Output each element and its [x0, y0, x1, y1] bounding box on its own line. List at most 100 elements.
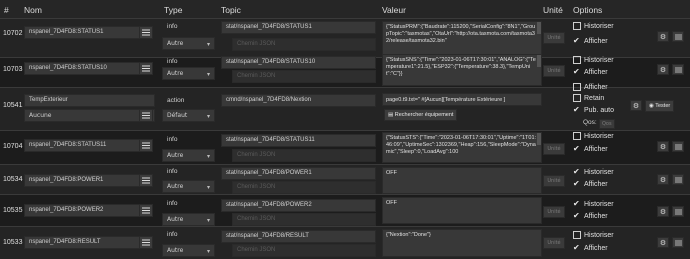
value-textarea[interactable]: OFF — [382, 197, 542, 224]
config-icon[interactable] — [139, 174, 153, 187]
sliders-icon[interactable] — [672, 206, 684, 217]
sliders-icon[interactable] — [672, 31, 684, 42]
unit-input[interactable]: Unité — [543, 175, 565, 187]
name-input[interactable]: nspanel_7D4FD8:POWER1 — [24, 174, 150, 187]
afficher-checkbox[interactable]: Afficher — [573, 83, 608, 91]
value-textarea[interactable]: {"StatusPRM":{"Baudrate":115200,"SerialC… — [382, 21, 542, 56]
cmd-id: 10535 — [3, 207, 23, 214]
config-icon[interactable] — [139, 204, 153, 217]
afficher-checkbox[interactable]: ✔ Afficher — [573, 68, 608, 76]
retain-checkbox[interactable]: Retain — [573, 94, 604, 102]
subtype-select[interactable]: Autre ▾ — [162, 149, 215, 162]
historiser-checkbox[interactable]: ✔ Historiser — [573, 200, 614, 208]
subtype-select[interactable]: Autre ▾ — [162, 213, 215, 226]
sliders-icon[interactable] — [672, 64, 684, 75]
topic-input[interactable]: stat/nspanel_7D4FD8/RESULT — [221, 230, 376, 243]
qos-input[interactable]: Qos — [599, 119, 615, 129]
afficher-checkbox[interactable]: ✔ Afficher — [573, 212, 608, 220]
gear-icon[interactable]: ⚙ — [657, 31, 669, 42]
topic-input[interactable]: stat/nspanel_7D4FD8/POWER1 — [221, 167, 376, 180]
subtype-value: Autre — [167, 216, 184, 223]
afficher-label: Afficher — [584, 68, 608, 76]
json-path-input[interactable]: Chemin JSON — [232, 181, 376, 194]
gear-icon[interactable]: ⚙ — [657, 174, 669, 185]
chevron-down-icon: ▾ — [206, 113, 210, 120]
json-path-input[interactable]: Chemin JSON — [232, 244, 376, 257]
name-input[interactable]: nspanel_7D4FD8:STATUS11 — [24, 139, 150, 152]
checkbox-box — [573, 83, 581, 91]
config-icon[interactable] — [139, 236, 153, 249]
check-icon: ✔ — [573, 105, 580, 114]
json-path-input[interactable]: Chemin JSON — [232, 149, 376, 162]
subtype-select[interactable]: Autre ▾ — [162, 37, 215, 50]
config-icon[interactable] — [139, 62, 153, 75]
config-icon[interactable] — [139, 139, 153, 152]
name-input[interactable]: nspanel_7D4FD8:STATUS1 — [24, 26, 150, 39]
unit-input[interactable]: Unité — [543, 143, 565, 155]
name-input[interactable]: TempExterieur — [24, 94, 155, 107]
gear-icon[interactable]: ⚙ — [657, 64, 669, 75]
topic-input[interactable]: stat/nspanel_7D4FD8/STATUS10 — [221, 56, 376, 69]
check-icon: ✔ — [573, 211, 580, 220]
topic-input[interactable]: cmnd/nspanel_7D4FD8/Nextion — [221, 94, 376, 107]
value-select[interactable]: Aucune▾ — [24, 109, 155, 122]
cmd-id: 10541 — [3, 102, 23, 109]
historiser-checkbox[interactable]: ✔ Historiser — [573, 168, 614, 176]
json-path-input[interactable]: Chemin JSON — [232, 213, 376, 226]
afficher-checkbox[interactable]: ✔ Afficher — [573, 180, 608, 188]
table-row: 10535 nspanel_7D4FD8:POWER2 info Autre ▾ … — [0, 195, 690, 227]
config-icon[interactable] — [139, 109, 153, 122]
gear-icon[interactable]: ⚙ — [657, 206, 669, 217]
json-path-input[interactable]: Chemin JSON — [232, 38, 376, 51]
sliders-icon[interactable] — [672, 141, 684, 152]
type-label: info — [167, 231, 178, 238]
sliders-icon[interactable] — [672, 237, 684, 248]
topic-input[interactable]: stat/nspanel_7D4FD8/STATUS1 — [221, 21, 376, 34]
sliders-icon[interactable] — [672, 174, 684, 185]
pub-auto-checkbox[interactable]: ✔ Pub. auto — [573, 106, 614, 114]
scrollbar[interactable] — [537, 133, 541, 145]
value-textarea[interactable]: {"StatusSNS":{"Time":"2023-01-06T17:30:0… — [382, 54, 542, 86]
subtype-value: Autre — [167, 40, 184, 47]
historiser-checkbox[interactable]: Historiser — [573, 132, 614, 140]
search-equipment-button[interactable]: ▤ Rechercher équipement — [384, 109, 458, 121]
historiser-checkbox[interactable]: Historiser — [573, 22, 614, 30]
afficher-checkbox[interactable]: ✔ Afficher — [573, 244, 608, 252]
type-label: action — [167, 97, 185, 104]
value-textarea[interactable]: {"StatusSTS":{"Time":"2023-01-06T17:30:0… — [382, 132, 542, 163]
cmd-id: 10533 — [3, 239, 23, 246]
subtype-select[interactable]: Autre ▾ — [162, 180, 215, 193]
test-button[interactable]: ◉ Tester — [645, 100, 675, 112]
gear-icon[interactable]: ⚙ — [630, 100, 642, 111]
name-input[interactable]: nspanel_7D4FD8:POWER2 — [24, 204, 150, 217]
unit-input[interactable]: Unité — [543, 65, 565, 77]
json-path-input[interactable]: Chemin JSON — [232, 70, 376, 83]
afficher-label: Afficher — [584, 83, 608, 91]
unit-input[interactable]: Unité — [543, 237, 565, 249]
subtype-select[interactable]: Autre ▾ — [162, 67, 215, 80]
unit-input[interactable]: Unité — [543, 206, 565, 218]
value-input[interactable]: page0.t9.txt=" #[Aucun][Température Exté… — [382, 93, 542, 106]
historiser-checkbox[interactable]: Historiser — [573, 56, 614, 64]
topic-input[interactable]: stat/nspanel_7D4FD8/POWER2 — [221, 199, 376, 212]
scrollbar[interactable] — [537, 22, 541, 34]
unit-input[interactable]: Unité — [543, 32, 565, 44]
value-select-text: Aucune — [29, 112, 52, 119]
afficher-label: Afficher — [584, 212, 608, 220]
name-input[interactable]: nspanel_7D4FD8:RESULT — [24, 236, 150, 249]
name-input[interactable]: nspanel_7D4FD8:STATUS10 — [24, 62, 150, 75]
topic-input[interactable]: stat/nspanel_7D4FD8/STATUS11 — [221, 134, 376, 147]
config-icon[interactable] — [139, 26, 153, 39]
afficher-checkbox[interactable]: ✔ Afficher — [573, 37, 608, 45]
subtype-select[interactable]: Autre ▾ — [162, 244, 215, 257]
scrollbar[interactable] — [537, 55, 541, 67]
historiser-checkbox[interactable]: Historiser — [573, 231, 614, 239]
gear-icon[interactable]: ⚙ — [657, 237, 669, 248]
chevron-down-icon: ▾ — [206, 71, 210, 78]
value-textarea[interactable]: {"Nextion":"Done"} — [382, 229, 542, 257]
afficher-label: Afficher — [584, 180, 608, 188]
gear-icon[interactable]: ⚙ — [657, 141, 669, 152]
afficher-checkbox[interactable]: ✔ Afficher — [573, 145, 608, 153]
value-textarea[interactable]: OFF — [382, 167, 542, 194]
subtype-select[interactable]: Défaut ▾ — [162, 109, 215, 122]
